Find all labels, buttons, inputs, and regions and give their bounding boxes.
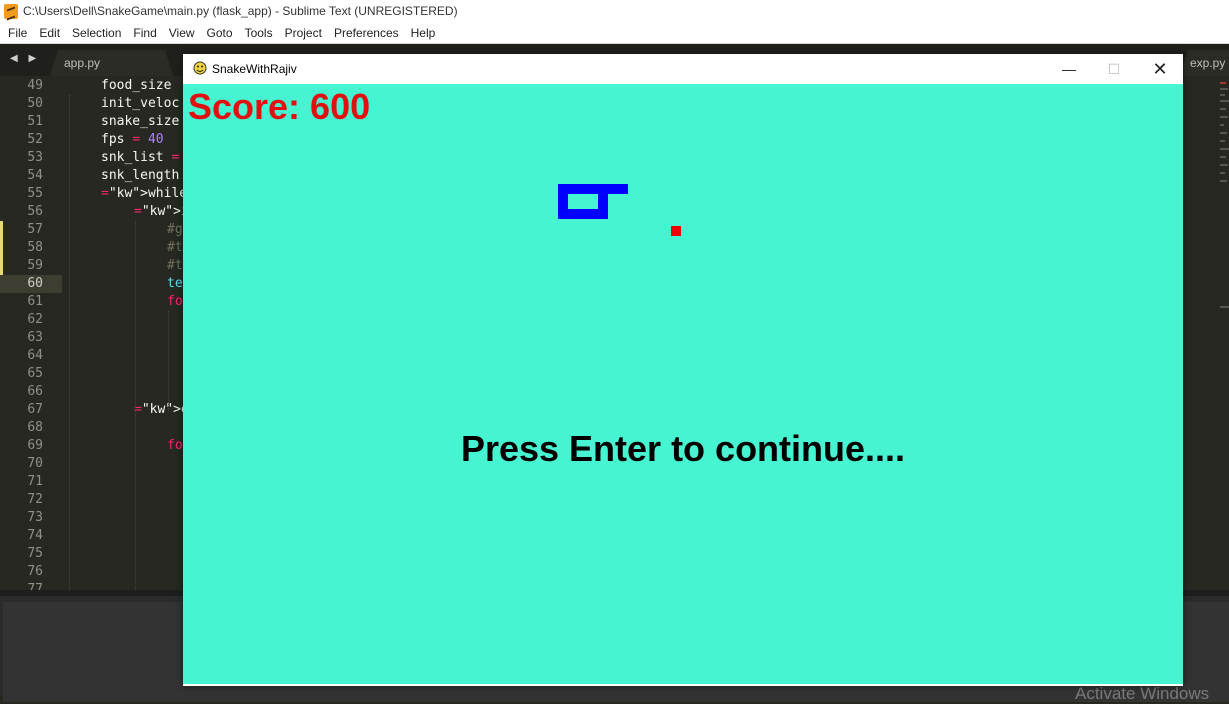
line-number: 65 [27, 366, 43, 381]
line-number: 69 [27, 438, 43, 453]
tab-exp-py[interactable]: exp.py [1180, 50, 1229, 76]
game-window-title-bar[interactable]: SnakeWithRajiv — ☐ ✕ [183, 54, 1183, 84]
line-number: 56 [27, 204, 43, 219]
line-number: 70 [27, 456, 43, 471]
pygame-snake-icon [193, 61, 207, 75]
line-number: 59 [27, 258, 43, 273]
line-number: 53 [27, 150, 43, 165]
line-number: 74 [27, 528, 43, 543]
tab-app-py[interactable]: app.py [50, 50, 173, 76]
menu-preferences[interactable]: Preferences [328, 23, 405, 43]
code-line: #t [167, 258, 183, 273]
menu-project[interactable]: Project [279, 23, 328, 43]
line-number: 49 [27, 78, 43, 93]
tab-nav-arrows-icon[interactable]: ◀ ▶ [10, 53, 40, 64]
game-window[interactable]: SnakeWithRajiv — ☐ ✕ Score: 600 Press En… [183, 54, 1183, 686]
snake-segment [598, 184, 608, 219]
code-line: snake_size [101, 114, 180, 129]
line-number: 50 [27, 96, 43, 111]
line-number: 61 [27, 294, 43, 309]
indent-guide [135, 221, 136, 590]
line-number: 68 [27, 420, 43, 435]
code-line: fo [167, 294, 183, 309]
line-number: 52 [27, 132, 43, 147]
line-number: 73 [27, 510, 43, 525]
code-line: init_veloc [101, 96, 180, 111]
line-number: 60 [27, 276, 43, 291]
menu-tools[interactable]: Tools [239, 23, 279, 43]
minimize-button[interactable]: — [1046, 54, 1092, 84]
indent-guide [69, 95, 70, 590]
code-line: food_size [101, 78, 172, 93]
code-line: te [167, 276, 183, 291]
minimap[interactable] [1220, 76, 1229, 590]
food-pellet [671, 226, 681, 236]
line-number: 72 [27, 492, 43, 507]
sublime-logo-icon [4, 4, 18, 19]
game-canvas[interactable]: Score: 600 Press Enter to continue.... [183, 84, 1183, 684]
line-number: 55 [27, 186, 43, 201]
code-line: fo [167, 438, 183, 453]
line-number: 66 [27, 384, 43, 399]
menu-find[interactable]: Find [127, 23, 162, 43]
editor-window-title: C:\Users\Dell\SnakeGame\main.py (flask_a… [23, 4, 458, 18]
menu-edit[interactable]: Edit [33, 23, 66, 43]
line-number: 63 [27, 330, 43, 345]
editor-title-bar: C:\Users\Dell\SnakeGame\main.py (flask_a… [0, 0, 1229, 23]
menu-bar: File Edit Selection Find View Goto Tools Projec… [0, 23, 1229, 43]
line-number: 62 [27, 312, 43, 327]
line-number: 57 [27, 222, 43, 237]
code-line: fps = 40 [101, 132, 164, 147]
menu-selection[interactable]: Selection [66, 23, 127, 43]
code-line: #t [167, 240, 183, 255]
game-window-title: SnakeWithRajiv [212, 62, 297, 76]
line-number: 71 [27, 474, 43, 489]
score-text: Score: 600 [188, 86, 371, 127]
line-number: 51 [27, 114, 43, 129]
menu-file[interactable]: File [0, 23, 33, 43]
line-number: 75 [27, 546, 43, 561]
line-number-gutter: 49 50 51 52 53 54 55 56 57 58 59 60 61 62 63 64 65 66 67 68… [0, 76, 62, 590]
line-number: 58 [27, 240, 43, 255]
line-number: 64 [27, 348, 43, 363]
maximize-button[interactable]: ☐ [1091, 54, 1137, 84]
menu-view[interactable]: View [163, 23, 201, 43]
line-number: 67 [27, 402, 43, 417]
code-line: snk_length [101, 168, 180, 183]
continue-message: Press Enter to continue.... [460, 428, 906, 469]
menu-help[interactable]: Help [405, 23, 442, 43]
activate-windows-watermark: Activate Windows [1075, 684, 1210, 703]
close-button[interactable]: ✕ [1137, 54, 1183, 84]
snake-segment [558, 184, 628, 194]
indent-guide [168, 311, 169, 411]
line-number: 54 [27, 168, 43, 183]
menu-goto[interactable]: Goto [201, 23, 239, 43]
code-line: snk_list = [101, 150, 180, 165]
code-line: #g [167, 222, 183, 237]
line-number: 76 [27, 564, 43, 579]
line-number: 77 [27, 582, 43, 590]
